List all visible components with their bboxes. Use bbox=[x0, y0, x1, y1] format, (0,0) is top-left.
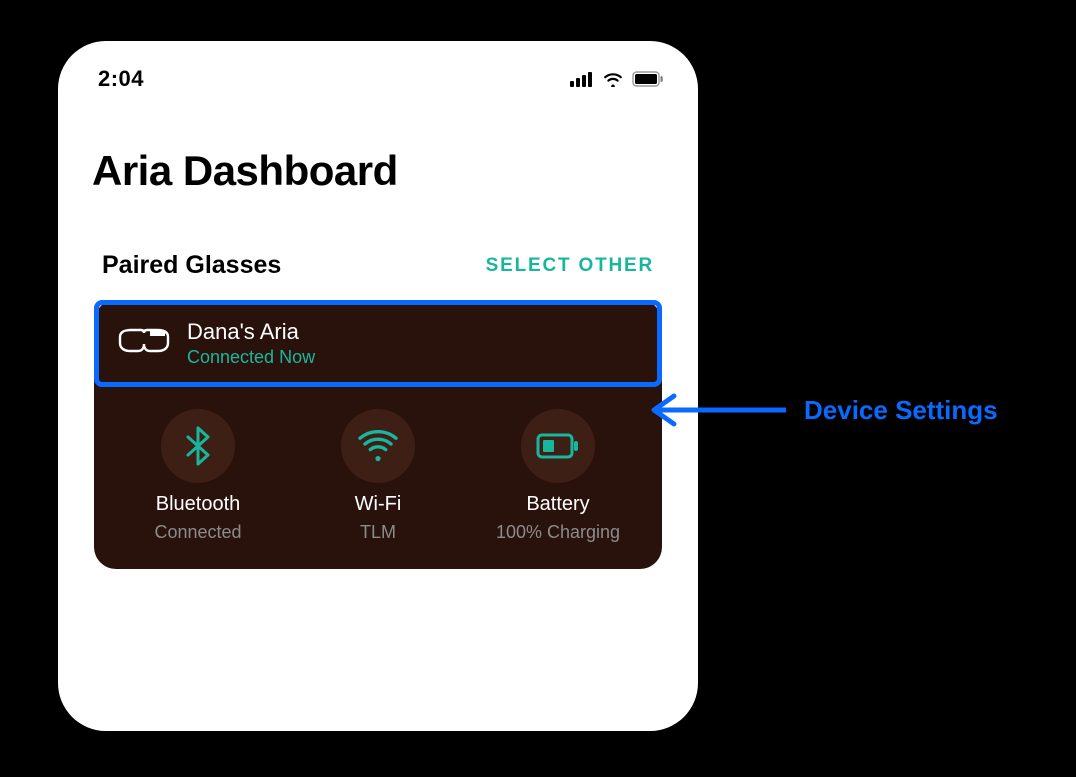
device-info: Dana's Aria Connected Now bbox=[187, 319, 635, 368]
select-other-button[interactable]: SELECT OTHER bbox=[486, 255, 654, 277]
wifi-value: TLM bbox=[360, 522, 396, 543]
phone-screen: 2:04 bbox=[58, 41, 698, 731]
device-status: Connected Now bbox=[187, 347, 635, 368]
bluetooth-icon bbox=[161, 409, 235, 483]
status-time: 2:04 bbox=[98, 66, 144, 92]
glasses-icon bbox=[117, 327, 171, 360]
status-bar: 2:04 bbox=[58, 41, 698, 99]
battery-label: Battery bbox=[526, 493, 589, 516]
device-card: Dana's Aria Connected Now Bluetooth Conn… bbox=[94, 300, 662, 569]
wifi-tile-icon bbox=[341, 409, 415, 483]
bluetooth-tile[interactable]: Bluetooth Connected bbox=[109, 409, 287, 543]
cellular-signal-icon bbox=[570, 71, 594, 87]
page-title: Aria Dashboard bbox=[58, 99, 698, 195]
bluetooth-label: Bluetooth bbox=[156, 493, 241, 516]
device-name: Dana's Aria bbox=[187, 319, 635, 345]
battery-value: 100% Charging bbox=[496, 522, 620, 543]
status-tiles: Bluetooth Connected Wi-Fi TLM bbox=[94, 409, 662, 543]
battery-tile-icon bbox=[521, 409, 595, 483]
annotation-label: Device Settings bbox=[804, 395, 998, 426]
status-indicators bbox=[570, 71, 664, 87]
battery-icon bbox=[632, 71, 664, 87]
paired-glasses-header: Paired Glasses SELECT OTHER bbox=[58, 195, 698, 280]
wifi-icon bbox=[602, 71, 624, 87]
device-settings-row[interactable]: Dana's Aria Connected Now bbox=[94, 300, 662, 387]
wifi-label: Wi-Fi bbox=[355, 493, 402, 516]
paired-glasses-label: Paired Glasses bbox=[102, 251, 281, 280]
bluetooth-value: Connected bbox=[154, 522, 241, 543]
wifi-tile[interactable]: Wi-Fi TLM bbox=[289, 409, 467, 543]
battery-tile[interactable]: Battery 100% Charging bbox=[469, 409, 647, 543]
